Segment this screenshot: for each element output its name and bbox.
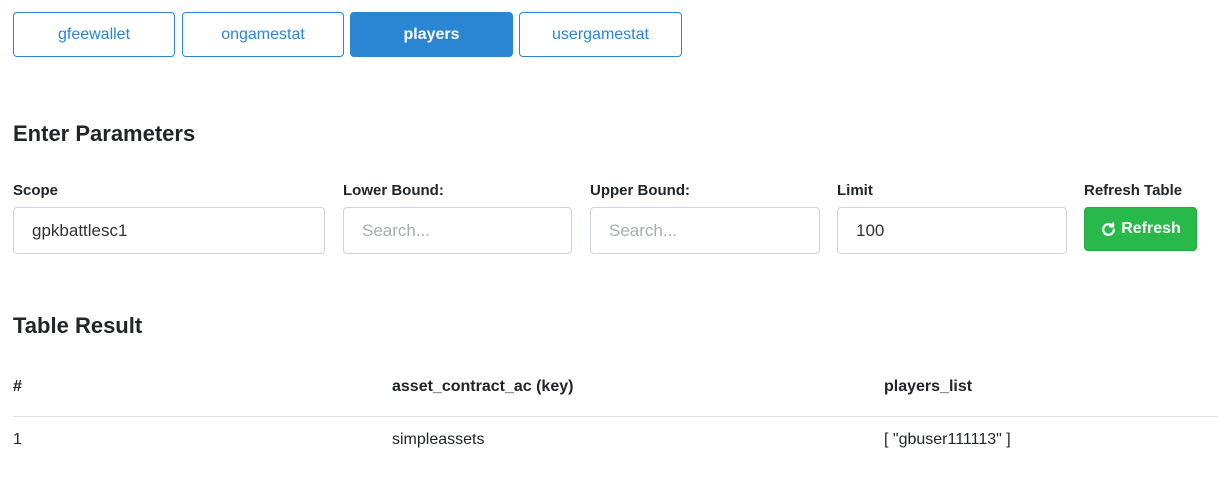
lower-bound-input[interactable] [343,207,572,254]
table-cell-asset-contract: simpleassets [392,431,485,448]
tab-usergamestat[interactable]: usergamestat [519,12,682,57]
table-divider [13,416,1218,417]
scope-label: Scope [13,182,59,199]
column-header-asset-contract: asset_contract_ac (key) [392,378,574,395]
parameters-heading: Enter Parameters [13,121,196,146]
table-cell-players-list: [ "gbuser111113" ] [884,431,1011,448]
table-cell-index: 1 [13,431,22,448]
refresh-table-label: Refresh Table [1084,182,1183,199]
limit-input[interactable] [837,207,1067,254]
upper-bound-input[interactable] [590,207,820,254]
refresh-button[interactable]: Refresh [1084,207,1197,251]
refresh-icon [1102,221,1116,236]
tab-players[interactable]: players [350,12,513,57]
tab-gfeewallet[interactable]: gfeewallet [13,12,175,57]
column-header-index: # [13,378,22,395]
limit-label: Limit [837,182,873,199]
tab-ongamestat[interactable]: ongamestat [182,12,344,57]
upper-bound-label: Upper Bound: [590,182,690,199]
column-header-players-list: players_list [884,378,973,395]
lower-bound-label: Lower Bound: [343,182,444,199]
table-result-heading: Table Result [13,313,143,338]
refresh-button-label: Refresh [1121,220,1181,237]
scope-input[interactable] [13,207,325,254]
